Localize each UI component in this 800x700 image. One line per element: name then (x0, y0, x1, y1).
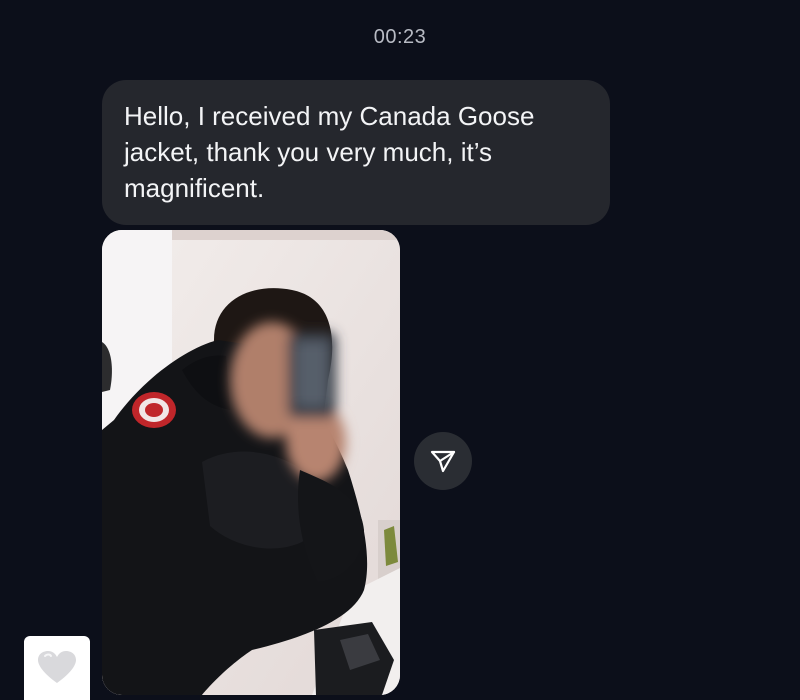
paper-plane-icon (430, 450, 456, 473)
heart-icon (38, 651, 76, 683)
reaction-button[interactable] (24, 636, 90, 700)
share-button[interactable] (414, 432, 472, 490)
message-text: Hello, I received my Canada Goose jacket… (124, 101, 535, 203)
photo-image (102, 230, 400, 695)
message-bubble[interactable]: Hello, I received my Canada Goose jacket… (102, 80, 610, 225)
message-timestamp: 00:23 (373, 26, 427, 48)
photo-attachment[interactable] (102, 230, 400, 695)
chat-thread: 00:23 Hello, I received my Canada Goose … (0, 0, 800, 700)
